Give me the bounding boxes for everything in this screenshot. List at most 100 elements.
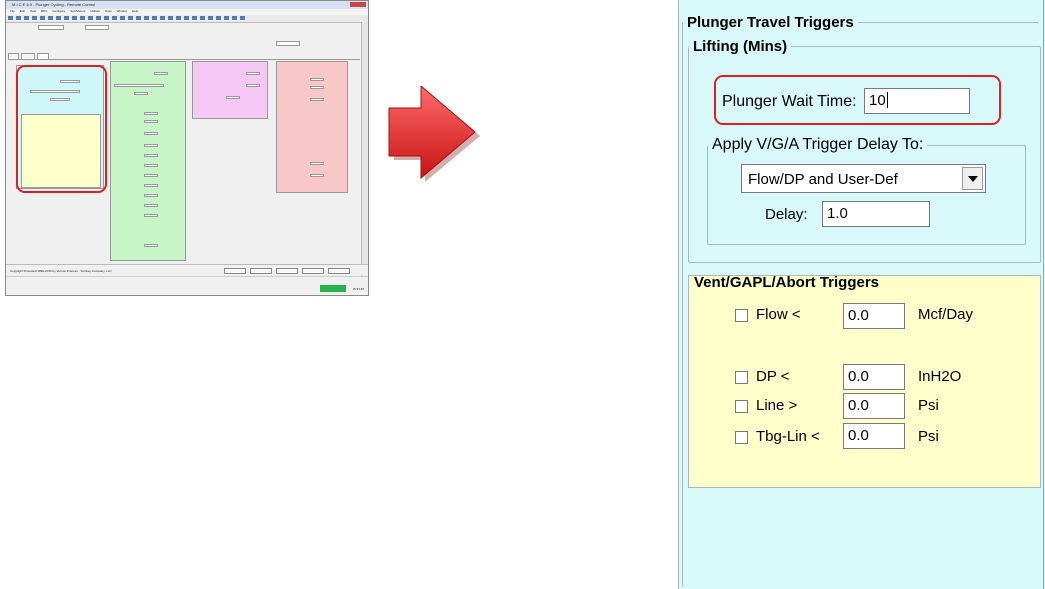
- thumbnail-tab[interactable]: [21, 53, 35, 59]
- toolbar-icon[interactable]: [152, 16, 157, 20]
- tbg-lin-input[interactable]: 0.0: [843, 423, 905, 449]
- toolbar-icon[interactable]: [216, 16, 221, 20]
- toolbar-icon[interactable]: [96, 16, 101, 20]
- thumbnail-shutin-panel: [192, 61, 268, 119]
- line-checkbox[interactable]: [735, 400, 748, 413]
- thumbnail-button[interactable]: [276, 268, 298, 274]
- thumbnail-input[interactable]: [38, 25, 64, 30]
- delay-value: 1.0: [827, 205, 848, 222]
- dp-label: DP <: [756, 368, 790, 385]
- toolbar-icon[interactable]: [48, 16, 53, 20]
- tbg-lin-label: Tbg-Lin <: [756, 428, 820, 445]
- thumbnail-time: 16:33:46: [352, 287, 364, 291]
- toolbar-icon[interactable]: [104, 16, 109, 20]
- toolbar-icon[interactable]: [200, 16, 205, 20]
- window-controls[interactable]: [350, 2, 366, 7]
- chevron-down-icon[interactable]: [962, 167, 983, 190]
- toolbar-icon[interactable]: [24, 16, 29, 20]
- thumbnail-select[interactable]: [276, 41, 300, 46]
- thumbnail-tab-active[interactable]: [36, 53, 50, 59]
- toolbar-icon[interactable]: [176, 16, 181, 20]
- toolbar-icon[interactable]: [128, 16, 133, 20]
- menu-view[interactable]: View: [30, 9, 36, 13]
- thumbnail-button[interactable]: [328, 268, 350, 274]
- menu-rdc[interactable]: RDC: [41, 9, 48, 13]
- thumbnail-title: M.I.C.E 6.0 - Plunger Cycling - Remote C…: [12, 2, 96, 7]
- thumbnail-tabs: [8, 53, 360, 60]
- menu-spc-meters[interactable]: Spc/Meters: [70, 9, 85, 13]
- thumbnail-status-bar: Copyright Protected 1996-2016 by Vernon …: [6, 264, 368, 275]
- flow-unit: Mcf/Day: [918, 306, 974, 323]
- flow-checkbox[interactable]: [735, 309, 748, 322]
- toolbar-icon[interactable]: [240, 16, 245, 20]
- toolbar-icon[interactable]: [88, 16, 93, 20]
- toolbar-icon[interactable]: [32, 16, 37, 20]
- lifting-title: Lifting (Mins): [693, 38, 788, 55]
- thumbnail-toolbar: [6, 15, 368, 23]
- toolbar-icon[interactable]: [16, 16, 21, 20]
- toolbar-icon[interactable]: [40, 16, 45, 20]
- toolbar-icon[interactable]: [184, 16, 189, 20]
- plunger-wait-label: Plunger Wait Time:: [722, 93, 857, 110]
- menu-window[interactable]: Window: [117, 9, 128, 13]
- tbg-lin-unit: Psi: [918, 428, 939, 445]
- toolbar-icon[interactable]: [192, 16, 197, 20]
- dp-checkbox[interactable]: [735, 371, 748, 384]
- tbg-lin-checkbox[interactable]: [735, 431, 748, 444]
- vent-title: Vent/GAPL/Abort Triggers: [694, 274, 880, 291]
- flow-input[interactable]: 0.0: [843, 303, 905, 329]
- panel-title: Plunger Travel Triggers: [687, 14, 854, 31]
- delay-label: Delay:: [765, 206, 808, 223]
- thumbnail-highlight-box: [16, 65, 107, 193]
- thumbnail-button[interactable]: [302, 268, 324, 274]
- line-label: Line >: [756, 397, 798, 414]
- toolbar-icon[interactable]: [80, 16, 85, 20]
- toolbar-icon[interactable]: [232, 16, 237, 20]
- vga-trigger-title: Apply V/G/A Trigger Delay To:: [712, 136, 924, 153]
- thumbnail-status-text: Copyright Protected 1996-2016 by Vernon …: [10, 269, 112, 273]
- dp-input[interactable]: 0.0: [843, 364, 905, 390]
- thumbnail-arrival-panel: [276, 61, 348, 193]
- dp-unit: InH2O: [918, 368, 962, 385]
- thumbnail-connection-indicator: [320, 285, 346, 292]
- toolbar-icon[interactable]: [160, 16, 165, 20]
- tbg-lin-value: 0.0: [848, 427, 869, 444]
- delay-input[interactable]: 1.0: [822, 201, 930, 227]
- arrow-right-icon: [388, 86, 480, 182]
- menu-edit[interactable]: Edit: [20, 9, 25, 13]
- flow-value: 0.0: [848, 307, 869, 324]
- menu-configure[interactable]: Configure: [52, 9, 65, 13]
- trigger-delay-select[interactable]: Flow/DP and User-Def: [741, 164, 986, 193]
- toolbar-icon[interactable]: [144, 16, 149, 20]
- toolbar-icon[interactable]: [224, 16, 229, 20]
- toolbar-icon[interactable]: [136, 16, 141, 20]
- menu-utilities[interactable]: Utilities: [90, 9, 100, 13]
- toolbar-icon[interactable]: [72, 16, 77, 20]
- toolbar-icon[interactable]: [64, 16, 69, 20]
- flow-label: Flow <: [756, 306, 801, 323]
- menu-tools[interactable]: Tools: [105, 9, 112, 13]
- menu-file[interactable]: File: [10, 9, 15, 13]
- thumbnail-button[interactable]: [250, 268, 272, 274]
- thumbnail-taskbar: 16:33:46: [6, 276, 368, 295]
- line-input[interactable]: 0.0: [843, 393, 905, 419]
- line-value: 0.0: [848, 397, 869, 414]
- menu-help[interactable]: Help: [132, 9, 138, 13]
- toolbar-icon[interactable]: [120, 16, 125, 20]
- toolbar-icon[interactable]: [8, 16, 13, 20]
- thumbnail-input[interactable]: [84, 25, 109, 30]
- thumbnail-cycling-mode: [276, 41, 300, 46]
- plunger-wait-input[interactable]: 10: [864, 88, 970, 114]
- thumbnail-afterflow-panel: [110, 61, 186, 261]
- toolbar-icon[interactable]: [112, 16, 117, 20]
- line-unit: Psi: [918, 397, 939, 414]
- app-thumbnail: M.I.C.E 6.0 - Plunger Cycling - Remote C…: [5, 0, 369, 296]
- toolbar-icon[interactable]: [208, 16, 213, 20]
- trigger-delay-selected: Flow/DP and User-Def: [748, 171, 898, 188]
- thumbnail-tab[interactable]: [8, 53, 20, 59]
- plunger-wait-value: 10: [869, 92, 886, 109]
- thumbnail-button[interactable]: [224, 268, 246, 274]
- toolbar-icon[interactable]: [168, 16, 173, 20]
- toolbar-icon[interactable]: [56, 16, 61, 20]
- dp-value: 0.0: [848, 368, 869, 385]
